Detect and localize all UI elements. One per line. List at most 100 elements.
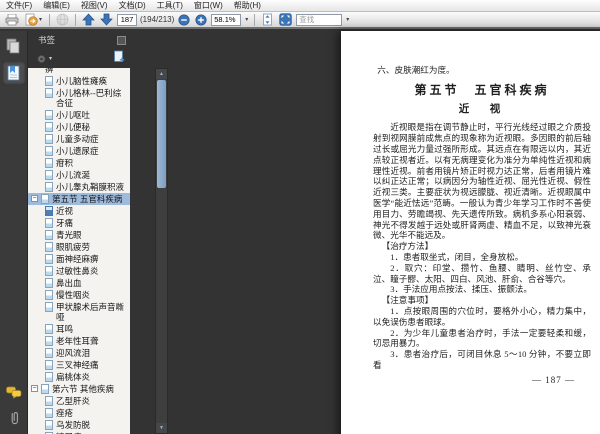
previous-page-button[interactable] bbox=[81, 13, 96, 27]
bookmark-label: 儿童多动症 bbox=[56, 134, 99, 144]
attachments-panel-tab[interactable] bbox=[2, 406, 26, 430]
collapse-toggle-icon[interactable] bbox=[31, 385, 38, 392]
bookmark-label: 乙型肝炎 bbox=[56, 396, 91, 406]
bookmark-label: 牙痛 bbox=[56, 218, 74, 228]
scrolling-mode-icon bbox=[263, 13, 273, 26]
bookmark-item[interactable]: 面神经麻痹 bbox=[28, 253, 130, 265]
zoom-in-icon bbox=[195, 13, 207, 26]
bookmarks-panel-toolbar: ▾ bbox=[28, 50, 130, 68]
menu-item-1[interactable]: 编辑(E) bbox=[43, 0, 70, 11]
bookmark-label: 疳积 bbox=[56, 158, 74, 168]
scrolling-mode-button[interactable] bbox=[260, 13, 275, 27]
bookmark-label: 面神经麻痹 bbox=[56, 254, 99, 264]
zoom-in-button[interactable] bbox=[194, 13, 208, 27]
navigation-tab-strip bbox=[0, 31, 28, 434]
page-paragraph: 【注意事项】 bbox=[381, 295, 434, 306]
bookmark-item[interactable]: 耳鸣 bbox=[28, 323, 130, 335]
bookmark-item[interactable]: 眼肌疲劳 bbox=[28, 241, 130, 253]
bookmark-item[interactable]: 痹 bbox=[28, 68, 130, 75]
bookmark-item[interactable]: 痤疮 bbox=[28, 407, 130, 419]
bookmark-item[interactable]: 疳积 bbox=[28, 157, 130, 169]
bookmark-page-icon bbox=[45, 158, 53, 168]
bookmark-item[interactable]: 小儿睾丸鞘膜积液 bbox=[28, 181, 130, 193]
bookmarks-panel-header: 书签 bbox=[28, 31, 130, 50]
bookmark-label: 小儿流涎 bbox=[56, 170, 91, 180]
pages-icon bbox=[6, 38, 20, 54]
bookmark-label: 青光眼 bbox=[56, 230, 82, 240]
bookmark-label: 眼肌疲劳 bbox=[56, 242, 91, 252]
menu-item-6[interactable]: 帮助(H) bbox=[234, 0, 261, 11]
toolbar-separator bbox=[49, 13, 51, 26]
bookmark-label: 过敏性鼻炎 bbox=[56, 266, 99, 276]
bookmark-item[interactable]: 第六节 其他疾病 bbox=[28, 383, 130, 395]
panel-menu-button[interactable] bbox=[117, 36, 126, 45]
menu-item-3[interactable]: 文档(D) bbox=[119, 0, 146, 11]
menu-item-2[interactable]: 视图(V) bbox=[81, 0, 108, 11]
bookmark-page-icon bbox=[45, 278, 53, 288]
zoom-out-button[interactable] bbox=[177, 13, 191, 27]
globe-icon bbox=[56, 13, 69, 26]
bookmark-item[interactable]: 迎风流泪 bbox=[28, 347, 130, 359]
zoom-dropdown-caret[interactable]: ▾ bbox=[244, 13, 249, 27]
bookmark-item[interactable]: 青光眼 bbox=[28, 229, 130, 241]
bookmark-label: 痤疮 bbox=[56, 408, 74, 418]
bookmark-item[interactable]: 过敏性鼻炎 bbox=[28, 265, 130, 277]
next-page-button[interactable] bbox=[99, 13, 114, 27]
full-screen-icon bbox=[279, 13, 292, 26]
bookmark-item[interactable]: 扁桃体炎 bbox=[28, 371, 130, 383]
bookmark-item[interactable]: 小儿脑性瘫痪 bbox=[28, 75, 130, 87]
bookmark-label: 痹 bbox=[45, 68, 54, 74]
zoom-level-input[interactable] bbox=[211, 13, 242, 26]
bookmark-item[interactable]: 第五节 五官科疾病 bbox=[28, 193, 130, 205]
bookmark-page-icon bbox=[45, 122, 53, 132]
menu-item-5[interactable]: 窗口(W) bbox=[194, 0, 223, 11]
bookmark-item[interactable]: 小儿呕吐 bbox=[28, 109, 130, 121]
menu-item-4[interactable]: 工具(T) bbox=[157, 0, 183, 11]
bookmark-page-icon bbox=[45, 348, 53, 358]
bookmark-item[interactable]: 鼻出血 bbox=[28, 277, 130, 289]
scroll-up-icon[interactable]: ▲ bbox=[156, 69, 167, 79]
bookmark-label: 小儿遗尿症 bbox=[56, 146, 99, 156]
bookmark-page-icon bbox=[45, 182, 53, 192]
page-paragraph: 2．为少年儿童患者治疗时，手法一定要轻柔和缓，切忌用暴力。 bbox=[373, 327, 591, 349]
bookmarks-scrollbar[interactable]: ▲ ▼ bbox=[155, 68, 168, 434]
bookmark-item[interactable]: 甲状腺术后声音嘶哑 bbox=[28, 301, 130, 323]
collapse-toggle-icon[interactable] bbox=[31, 195, 38, 202]
bookmark-item[interactable]: 小儿格林--巴利综合征 bbox=[28, 87, 130, 109]
pdf-page: 六、皮肤潮红为度。 第五节 五官科疾病 近 视 近视眼是指在调节静止时，平行光线… bbox=[341, 31, 600, 434]
page-number-input[interactable] bbox=[117, 13, 138, 26]
toolbar-separator bbox=[75, 13, 77, 26]
new-bookmark-button[interactable] bbox=[113, 50, 126, 68]
bookmark-item[interactable]: 三叉神经痛 bbox=[28, 359, 130, 371]
bookmark-item[interactable]: 老年性耳聋 bbox=[28, 335, 130, 347]
export-button[interactable]: ▾ bbox=[23, 13, 44, 27]
find-input[interactable] bbox=[296, 13, 343, 26]
bookmark-item[interactable]: 乌发防脱 bbox=[28, 419, 130, 431]
upload-globe-button[interactable] bbox=[55, 13, 70, 27]
bookmark-item[interactable]: 小儿遗尿症 bbox=[28, 145, 130, 157]
print-button[interactable] bbox=[4, 13, 20, 27]
find-dropdown-caret[interactable]: ▾ bbox=[345, 13, 350, 27]
bookmark-item[interactable]: 儿童多动症 bbox=[28, 133, 130, 145]
up-arrow-icon bbox=[82, 13, 95, 26]
scroll-down-icon[interactable]: ▼ bbox=[156, 423, 167, 433]
page-paragraph: 1．点按眼周围的穴位时，要格外小心，精力集中，以免误伤患者眼球。 bbox=[373, 305, 591, 327]
full-screen-button[interactable] bbox=[278, 13, 293, 27]
bookmark-label: 第六节 其他疾病 bbox=[52, 384, 114, 394]
bookmarks-panel-tab[interactable] bbox=[1, 61, 26, 85]
bookmark-item[interactable]: 慢性咽炎 bbox=[28, 289, 130, 301]
scrollbar-thumb[interactable] bbox=[157, 80, 166, 188]
bookmark-item[interactable]: 小儿便秘 bbox=[28, 121, 130, 133]
bookmark-item[interactable]: 牙痛 bbox=[28, 217, 130, 229]
bookmark-options-button[interactable]: ▾ bbox=[36, 52, 53, 66]
bookmark-page-icon bbox=[45, 360, 53, 370]
zoom-out-icon bbox=[178, 13, 190, 26]
bookmark-item[interactable]: 小儿流涎 bbox=[28, 169, 130, 181]
pages-panel-tab[interactable] bbox=[2, 34, 26, 58]
comments-panel-tab[interactable] bbox=[2, 380, 26, 404]
bookmark-item[interactable]: 乙型肝炎 bbox=[28, 395, 130, 407]
menu-item-0[interactable]: 文件(F) bbox=[6, 0, 32, 11]
bookmark-page-icon bbox=[45, 206, 53, 216]
bookmark-page-icon bbox=[41, 384, 49, 394]
bookmark-item[interactable]: 近视 bbox=[28, 205, 130, 217]
